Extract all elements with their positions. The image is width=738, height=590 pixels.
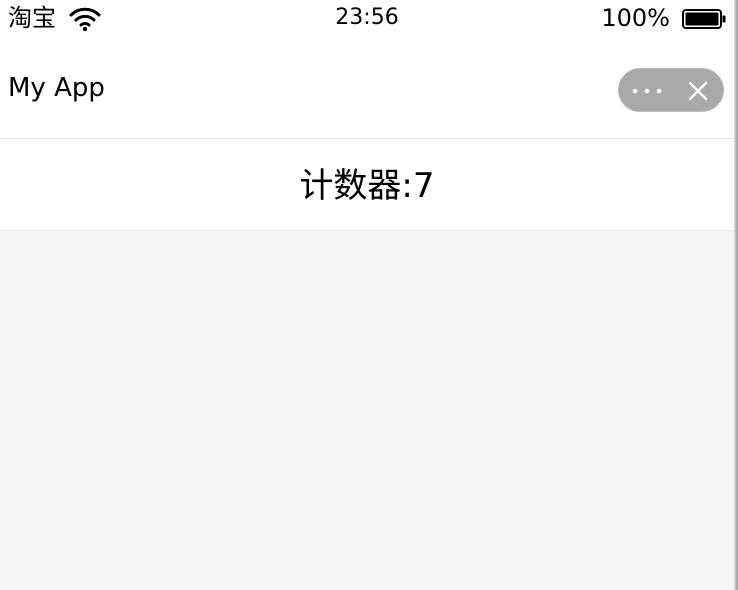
screen-edge	[734, 0, 738, 590]
close-icon	[688, 81, 708, 101]
counter-label: 计数器:	[299, 166, 413, 206]
more-dots-icon	[632, 88, 662, 94]
phone-screen: 淘宝 23:56 100% My App 计数器:7	[0, 0, 734, 590]
counter-value: 7	[412, 166, 435, 206]
app-title: My App	[8, 73, 105, 103]
navigation-bar: My App	[0, 40, 734, 139]
battery-icon	[682, 9, 726, 29]
menu-capsule	[618, 68, 724, 112]
battery-percent: 100%	[601, 4, 670, 32]
page-content	[0, 231, 734, 590]
counter-display: 计数器:7	[0, 167, 734, 205]
close-button[interactable]	[673, 69, 725, 113]
status-bar: 淘宝 23:56 100%	[0, 0, 734, 40]
more-button[interactable]	[619, 69, 673, 113]
counter-bar: 计数器:7	[0, 139, 734, 231]
